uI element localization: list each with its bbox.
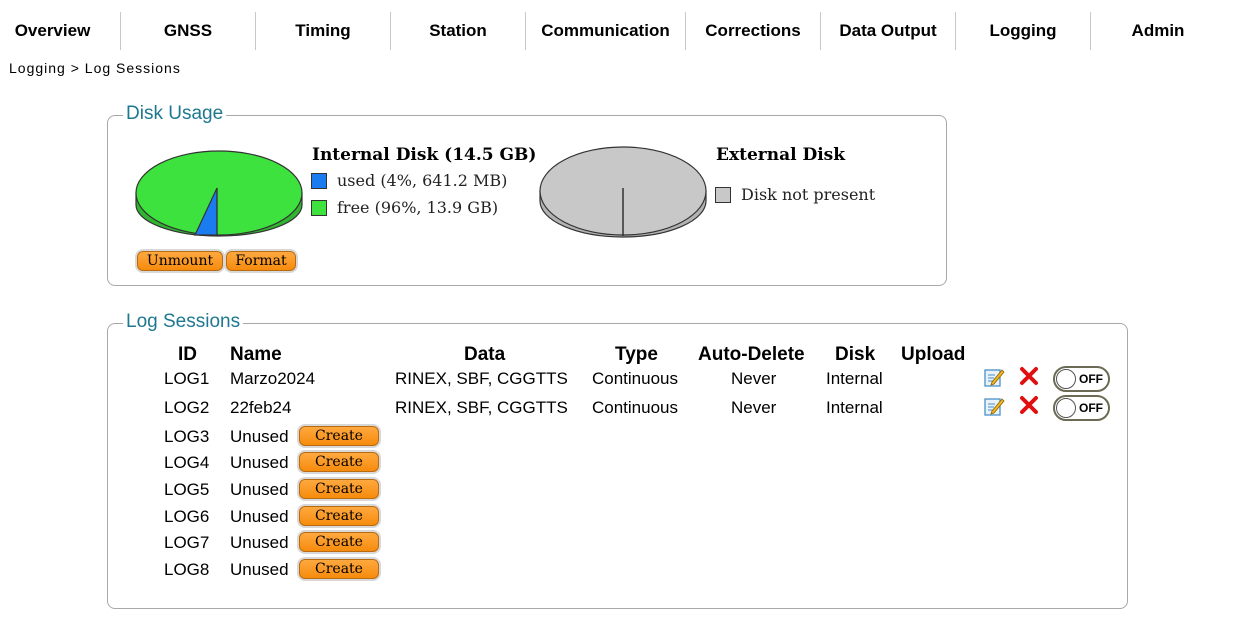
create-button[interactable]: Create: [299, 452, 379, 472]
row-name: Unused: [230, 560, 289, 579]
row-type: Continuous: [592, 369, 679, 388]
nav-gnss[interactable]: GNSS: [121, 12, 255, 50]
create-button[interactable]: Create: [299, 506, 379, 526]
nav-overview[interactable]: Overview: [0, 12, 105, 50]
toggle-knob: [1056, 398, 1076, 418]
create-button[interactable]: Create: [299, 426, 379, 446]
not-present-swatch: [715, 186, 731, 203]
nav-admin[interactable]: Admin: [1091, 12, 1225, 50]
internal-disk-pie-chart: [135, 150, 303, 237]
row-id: LOG6: [164, 507, 210, 526]
internal-free-label: free (96%, 13.9 GB): [337, 198, 499, 217]
external-status-label: Disk not present: [741, 185, 876, 204]
format-button[interactable]: Format: [226, 251, 296, 271]
row-auto-delete: Never: [731, 398, 777, 417]
row-data: RINEX, SBF, CGGTTS: [395, 369, 568, 388]
nav-data-output[interactable]: Data Output: [821, 12, 955, 50]
external-status-legend: Disk not present: [715, 185, 875, 204]
row-name: Unused: [230, 533, 289, 552]
nav-station[interactable]: Station: [391, 12, 525, 50]
disk-usage-legend: Disk Usage: [123, 103, 227, 125]
header-name: Name: [230, 344, 282, 365]
nav-corrections[interactable]: Corrections: [686, 12, 820, 50]
row-id: LOG5: [164, 480, 210, 499]
header-type: Type: [615, 344, 658, 365]
row-id: LOG4: [164, 453, 210, 472]
header-id: ID: [178, 344, 197, 365]
internal-disk-title: Internal Disk (14.5 GB): [312, 145, 537, 165]
breadcrumb: Logging > Log Sessions: [9, 60, 181, 76]
row-name: Unused: [230, 453, 289, 472]
internal-used-label: used (4%, 641.2 MB): [337, 171, 508, 190]
row-id: LOG1: [164, 369, 210, 388]
row-id: LOG3: [164, 427, 210, 446]
session-toggle[interactable]: OFF: [1053, 395, 1110, 421]
row-name: Unused: [230, 480, 289, 499]
row-data: RINEX, SBF, CGGTTS: [395, 398, 568, 417]
unmount-button[interactable]: Unmount: [137, 251, 223, 271]
row-name: 22feb24: [230, 398, 292, 417]
row-name: Unused: [230, 427, 289, 446]
delete-icon[interactable]: [1019, 366, 1039, 386]
row-type: Continuous: [592, 398, 679, 417]
header-disk: Disk: [835, 344, 876, 365]
edit-icon[interactable]: [983, 395, 1005, 417]
internal-used-legend: used (4%, 641.2 MB): [311, 171, 507, 190]
row-disk: Internal: [826, 369, 883, 388]
row-auto-delete: Never: [731, 369, 777, 388]
external-disk-pie-chart: [539, 146, 707, 238]
row-name: Marzo2024: [230, 369, 316, 388]
session-toggle[interactable]: OFF: [1053, 366, 1110, 392]
used-swatch: [311, 172, 327, 189]
create-button[interactable]: Create: [299, 532, 379, 552]
toggle-label: OFF: [1079, 401, 1103, 415]
free-swatch: [311, 199, 327, 216]
row-id: LOG8: [164, 560, 210, 579]
top-nav: Overview GNSS Timing Station Communicati…: [0, 12, 1245, 50]
create-button[interactable]: Create: [299, 479, 379, 499]
row-id: LOG2: [164, 398, 210, 417]
toggle-knob: [1056, 369, 1076, 389]
row-disk: Internal: [826, 398, 883, 417]
nav-communication[interactable]: Communication: [526, 12, 685, 50]
header-data: Data: [464, 344, 506, 365]
internal-disk-free-slice: [135, 150, 303, 236]
create-button[interactable]: Create: [299, 559, 379, 579]
header-upload: Upload: [901, 344, 966, 365]
nav-timing[interactable]: Timing: [256, 12, 390, 50]
nav-logging[interactable]: Logging: [956, 12, 1090, 50]
row-name: Unused: [230, 507, 289, 526]
delete-icon[interactable]: [1019, 395, 1039, 415]
edit-icon[interactable]: [983, 366, 1005, 388]
header-auto-delete: Auto-Delete: [698, 344, 805, 365]
internal-free-legend: free (96%, 13.9 GB): [311, 198, 498, 217]
log-sessions-legend: Log Sessions: [123, 311, 244, 333]
row-id: LOG7: [164, 533, 210, 552]
external-disk-title: External Disk: [716, 145, 846, 165]
toggle-label: OFF: [1079, 372, 1103, 386]
